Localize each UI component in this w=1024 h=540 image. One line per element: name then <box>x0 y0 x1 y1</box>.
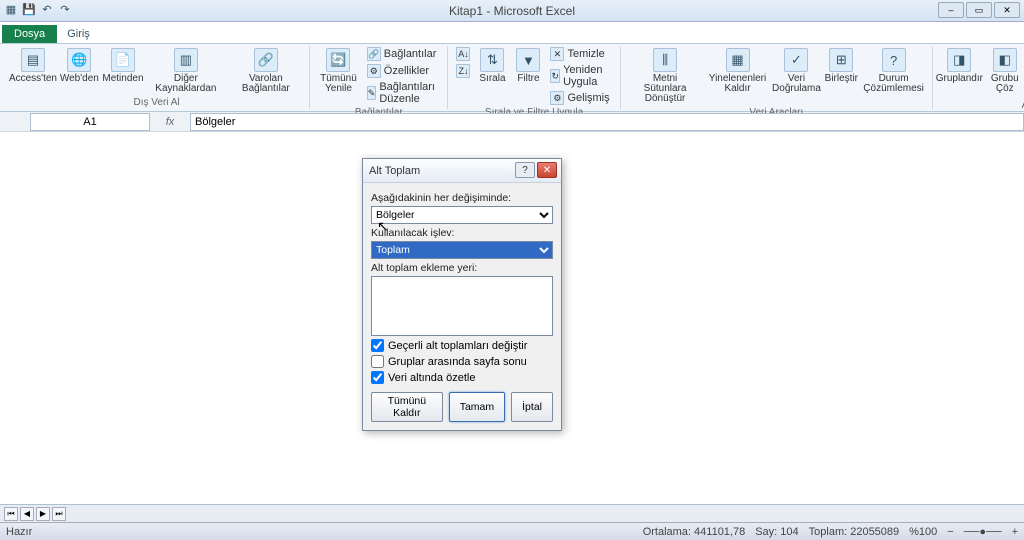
use-function-label: Kullanılacak işlev: <box>371 227 553 239</box>
ungroup-button[interactable]: ◧Grubu Çöz <box>984 46 1024 96</box>
edit-links-button[interactable]: ✎Bağlantıları Düzenle <box>365 80 442 106</box>
status-sum: Toplam: 22055089 <box>809 526 900 538</box>
subtotal-dialog: Alt Toplam ? ✕ Aşağıdakinin her değişimi… <box>362 158 562 431</box>
reapply-button[interactable]: ↻Yeniden Uygula <box>548 63 613 89</box>
filter-button[interactable]: ▼Filtre <box>512 46 544 86</box>
fx-icon[interactable]: fx <box>150 116 190 128</box>
sheet-tabs: ⏮ ◀ ▶ ⏭ <box>0 504 1024 522</box>
prev-sheet-button[interactable]: ◀ <box>20 507 34 521</box>
formula-bar-row: fx Bölgeler <box>0 112 1024 132</box>
cancel-button[interactable]: İptal <box>511 392 553 422</box>
what-if-button[interactable]: ?Durum Çözümlemesi <box>861 46 926 96</box>
replace-current-checkbox[interactable]: Geçerli alt toplamları değiştir <box>371 339 553 352</box>
page-break-checkbox[interactable]: Gruplar arasında sayfa sonu <box>371 355 553 368</box>
save-icon[interactable]: 💾 <box>22 2 36 16</box>
next-sheet-button[interactable]: ▶ <box>36 507 50 521</box>
formula-bar[interactable]: Bölgeler <box>190 113 1024 131</box>
ribbon: ▤Access'ten 🌐Web'den 📄Metinden ▥Diğer Ka… <box>0 44 1024 112</box>
ribbon-tabs: Dosya Giriş <box>0 22 1024 44</box>
advanced-button[interactable]: ⚙Gelişmiş <box>548 90 613 106</box>
redo-icon[interactable]: ↷ <box>58 2 72 16</box>
first-sheet-button[interactable]: ⏮ <box>4 507 18 521</box>
use-function-combo[interactable]: Toplam <box>371 241 553 259</box>
remove-duplicates-button[interactable]: ▦Yinelenenleri Kaldır <box>707 46 767 96</box>
status-count: Say: 104 <box>755 526 798 538</box>
sort-az-button[interactable]: A↓ <box>454 46 472 62</box>
add-subtotal-to-list[interactable] <box>371 276 553 336</box>
clear-filter-button[interactable]: ✕Temizle <box>548 46 613 62</box>
connections-button[interactable]: 🔗Bağlantılar <box>365 46 442 62</box>
group-label: Dış Veri Al <box>133 96 179 109</box>
summary-below-checkbox[interactable]: Veri altında özetle <box>371 371 553 384</box>
from-other-button[interactable]: ▥Diğer Kaynaklardan <box>147 46 224 96</box>
minimize-button[interactable]: – <box>938 2 964 18</box>
text-to-columns-button[interactable]: ⫼Metni Sütunlara Dönüştür <box>627 46 704 106</box>
zoom-in-button[interactable]: + <box>1012 526 1018 538</box>
group-button[interactable]: ◨Gruplandır <box>939 46 980 86</box>
existing-connections-button[interactable]: 🔗Varolan Bağlantılar <box>229 46 304 96</box>
from-text-button[interactable]: 📄Metinden <box>103 46 143 86</box>
from-access-button[interactable]: ▤Access'ten <box>10 46 56 86</box>
zoom-out-button[interactable]: − <box>947 526 953 538</box>
status-ready: Hazır <box>6 526 32 538</box>
remove-all-button[interactable]: Tümünü Kaldır <box>371 392 443 422</box>
consolidate-button[interactable]: ⊞Birleştir <box>825 46 857 86</box>
dialog-title: Alt Toplam <box>369 165 420 177</box>
from-web-button[interactable]: 🌐Web'den <box>60 46 99 86</box>
window-title: Kitap1 - Microsoft Excel <box>449 4 575 18</box>
undo-icon[interactable]: ↶ <box>40 2 54 16</box>
add-subtotal-to-label: Alt toplam ekleme yeri: <box>371 262 553 274</box>
dialog-help-button[interactable]: ? <box>515 162 535 178</box>
dialog-close-button[interactable]: ✕ <box>537 162 557 178</box>
sort-button[interactable]: ⇅Sırala <box>476 46 508 86</box>
at-each-change-label: Aşağıdakinin her değişiminde: <box>371 192 553 204</box>
zoom-slider[interactable]: ──●── <box>964 526 1002 538</box>
data-validation-button[interactable]: ✓Veri Doğrulama <box>772 46 822 96</box>
ok-button[interactable]: Tamam <box>449 392 505 422</box>
zoom-level[interactable]: %100 <box>909 526 937 538</box>
properties-button[interactable]: ⚙Özellikler <box>365 63 442 79</box>
last-sheet-button[interactable]: ⏭ <box>52 507 66 521</box>
refresh-all-button[interactable]: 🔄Tümünü Yenile <box>316 46 361 96</box>
titlebar: ▦ 💾 ↶ ↷ Kitap1 - Microsoft Excel – ▭ ✕ <box>0 0 1024 22</box>
sort-za-button[interactable]: Z↓ <box>454 63 472 79</box>
maximize-button[interactable]: ▭ <box>966 2 992 18</box>
excel-icon: ▦ <box>4 2 18 16</box>
quick-access-toolbar: ▦ 💾 ↶ ↷ <box>4 2 72 16</box>
ribbon-tab-giriş[interactable]: Giriş <box>57 25 100 43</box>
close-button[interactable]: ✕ <box>994 2 1020 18</box>
file-tab[interactable]: Dosya <box>2 25 57 43</box>
status-bar: Hazır Ortalama: 441101,78 Say: 104 Topla… <box>0 522 1024 540</box>
at-each-change-combo[interactable]: Bölgeler <box>371 206 553 224</box>
name-box[interactable] <box>30 113 150 131</box>
status-average: Ortalama: 441101,78 <box>643 526 746 538</box>
